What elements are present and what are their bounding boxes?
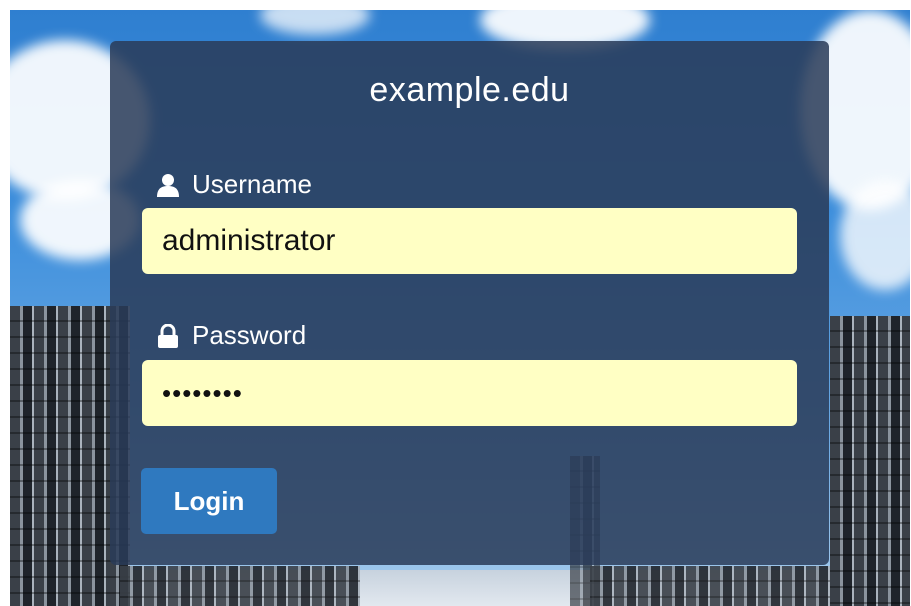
login-panel: example.edu Username administrator Passw… [110, 41, 829, 565]
username-label: Username [192, 169, 312, 199]
login-button[interactable]: Login [141, 468, 277, 534]
password-label: Password [192, 320, 307, 350]
user-icon [157, 173, 179, 197]
site-title: example.edu [369, 71, 570, 109]
cloud [260, 10, 370, 35]
password-label-row: Password [157, 320, 306, 351]
server-rack [830, 316, 910, 606]
password-field[interactable]: •••••••• [142, 360, 797, 426]
username-field[interactable]: administrator [142, 208, 797, 274]
lock-icon [157, 323, 179, 348]
username-label-row: Username [157, 169, 312, 200]
server-rack [120, 566, 360, 606]
server-rack [590, 566, 840, 606]
